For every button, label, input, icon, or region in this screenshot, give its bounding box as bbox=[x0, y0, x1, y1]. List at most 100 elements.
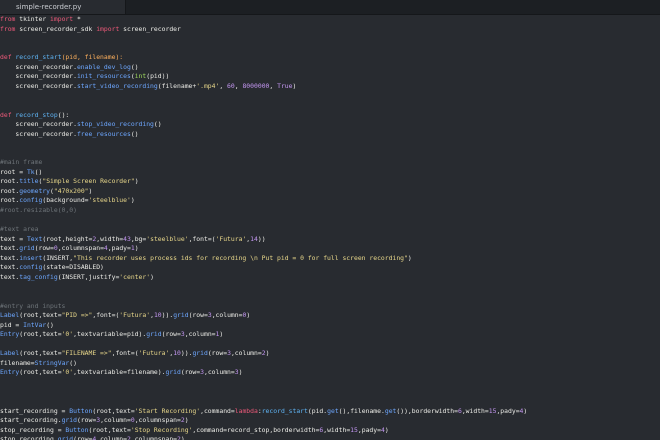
code-token: ) bbox=[184, 416, 189, 425]
code-token: text. bbox=[0, 272, 20, 281]
code-line: screen_recorder.enable_dev_log() bbox=[0, 62, 138, 72]
code-token: title bbox=[19, 177, 39, 186]
code-token: grid bbox=[57, 435, 74, 440]
code-token: screen_recorder. bbox=[0, 72, 77, 81]
tab-label: simple-recorder.py bbox=[16, 3, 82, 11]
code-token: ) bbox=[246, 311, 251, 320]
code-token: ,font=( bbox=[92, 311, 120, 320]
code-editor[interactable]: from tkinter import * from screen_recorde… bbox=[0, 15, 660, 440]
code-token: ,width= bbox=[461, 406, 489, 415]
code-token: "This recorder uses process ids for reco… bbox=[73, 253, 408, 262]
code-token: filename= bbox=[0, 358, 35, 367]
code-token: ,textvariable=filename). bbox=[73, 368, 166, 377]
code-token: Label bbox=[0, 311, 20, 320]
code-token: (background= bbox=[42, 196, 89, 205]
code-token: insert bbox=[19, 253, 43, 262]
code-token: (root,text= bbox=[19, 368, 62, 377]
code-token: text. bbox=[0, 263, 20, 272]
code-token: ,font=( bbox=[111, 349, 139, 358]
code-token: stop_video_recording bbox=[76, 120, 154, 129]
code-token: ,pady= bbox=[357, 425, 381, 434]
code-token: () bbox=[46, 320, 54, 329]
code-line: start_recording = Button(root,text='Star… bbox=[0, 407, 527, 416]
code-line: #text area bbox=[0, 225, 38, 234]
code-token: )) bbox=[257, 234, 266, 243]
code-line: filename=StringVar() bbox=[0, 359, 77, 368]
code-token: ,font=( bbox=[188, 234, 216, 243]
code-token: (row= bbox=[188, 311, 208, 320]
code-token: (INSERT,justify= bbox=[57, 272, 120, 281]
code-token: 'Stop Recording' bbox=[130, 425, 193, 434]
code-line: text.grid(row=0,columnspan=4,pady=1) bbox=[0, 244, 139, 253]
code-token: (): bbox=[57, 110, 70, 119]
code-token: enable_dev_log bbox=[76, 62, 131, 71]
code-token: text. bbox=[0, 253, 20, 262]
code-token: ,column= bbox=[211, 311, 243, 320]
code-token: screen_recorder. bbox=[0, 129, 77, 138]
code-line: #entry and inputs bbox=[0, 302, 65, 311]
code-token: (root,text= bbox=[88, 425, 131, 434]
code-token: #main frame bbox=[0, 158, 43, 167]
code-token: screen_recorder. bbox=[0, 81, 77, 90]
code-token: , bbox=[219, 81, 228, 90]
code-token: def bbox=[0, 53, 12, 62]
code-token: int bbox=[134, 72, 147, 81]
code-token: text. bbox=[0, 244, 20, 253]
code-line: def record_stop(): bbox=[0, 111, 69, 120]
code-token: ,width= bbox=[323, 425, 351, 434]
code-token: #text area bbox=[0, 225, 39, 234]
code-token: 14 bbox=[250, 234, 258, 243]
tab-simple-recorder[interactable]: simple-recorder.py bbox=[0, 0, 126, 14]
code-token: 'Futura' bbox=[138, 349, 170, 358]
code-token: Button bbox=[65, 425, 89, 434]
code-token: )). bbox=[161, 311, 174, 320]
code-token: start_recording = bbox=[0, 406, 70, 415]
code-token: grid bbox=[192, 349, 208, 358]
code-token: (pid)) bbox=[146, 72, 170, 81]
code-token: (row= bbox=[207, 349, 228, 358]
code-line: stop_recording = Button(root,text='Stop … bbox=[0, 426, 389, 435]
code-line: screen_recorder.init_resources(int(pid)) bbox=[0, 72, 169, 81]
code-line: #main frame bbox=[0, 158, 42, 167]
code-token: 'center' bbox=[119, 272, 151, 281]
code-token: ) bbox=[219, 330, 224, 339]
code-line: text.config(state=DISABLED) bbox=[0, 263, 104, 272]
code-token: ) bbox=[238, 368, 243, 377]
code-token: ,textvariable=pid). bbox=[73, 330, 147, 339]
code-token: () bbox=[69, 358, 77, 367]
code-token: #root.resizable(0,0) bbox=[0, 206, 77, 214]
code-token: screen_recorder. bbox=[0, 62, 77, 71]
code-line: Entry(root,text='0',textvariable=filenam… bbox=[0, 368, 242, 377]
code-token: '0' bbox=[61, 330, 74, 339]
code-token: (row= bbox=[73, 435, 93, 440]
code-editor-window: simple-recorder.py from tkinter import *… bbox=[0, 0, 660, 440]
code-token: * bbox=[73, 15, 81, 23]
code-token: )). bbox=[180, 349, 193, 358]
code-token: Entry bbox=[0, 368, 20, 377]
code-token: "PID =>" bbox=[61, 311, 93, 320]
code-token: geometry bbox=[19, 186, 51, 195]
code-line: from tkinter import * bbox=[0, 15, 81, 24]
code-token: Label bbox=[0, 349, 20, 358]
code-token: grid bbox=[61, 416, 77, 425]
code-token: ) bbox=[384, 425, 389, 434]
code-token: ) bbox=[265, 349, 270, 358]
code-token: (filename+ bbox=[157, 81, 197, 90]
code-token: , bbox=[269, 81, 278, 90]
code-token: text = bbox=[0, 234, 27, 243]
code-token: root. bbox=[0, 196, 20, 205]
code-line: Entry(root,text='0',textvariable=pid).gr… bbox=[0, 330, 223, 339]
code-token: () bbox=[153, 120, 162, 129]
code-token: "470x200" bbox=[53, 186, 89, 195]
code-line: root = Tk() bbox=[0, 168, 42, 177]
code-token: ,column= bbox=[203, 368, 235, 377]
code-token: (root,text= bbox=[19, 349, 62, 358]
code-token: config bbox=[19, 196, 43, 205]
code-token: screen_recorder bbox=[119, 24, 181, 33]
code-token: stop_recording = bbox=[0, 425, 66, 434]
code-token: grid bbox=[173, 311, 189, 320]
code-line: from screen_recorder_sdk import screen_r… bbox=[0, 25, 181, 34]
code-line: text.tag_config(INSERT,justify='center') bbox=[0, 273, 154, 282]
code-token: 'Futura' bbox=[215, 234, 247, 243]
code-token: 43 bbox=[123, 234, 131, 243]
